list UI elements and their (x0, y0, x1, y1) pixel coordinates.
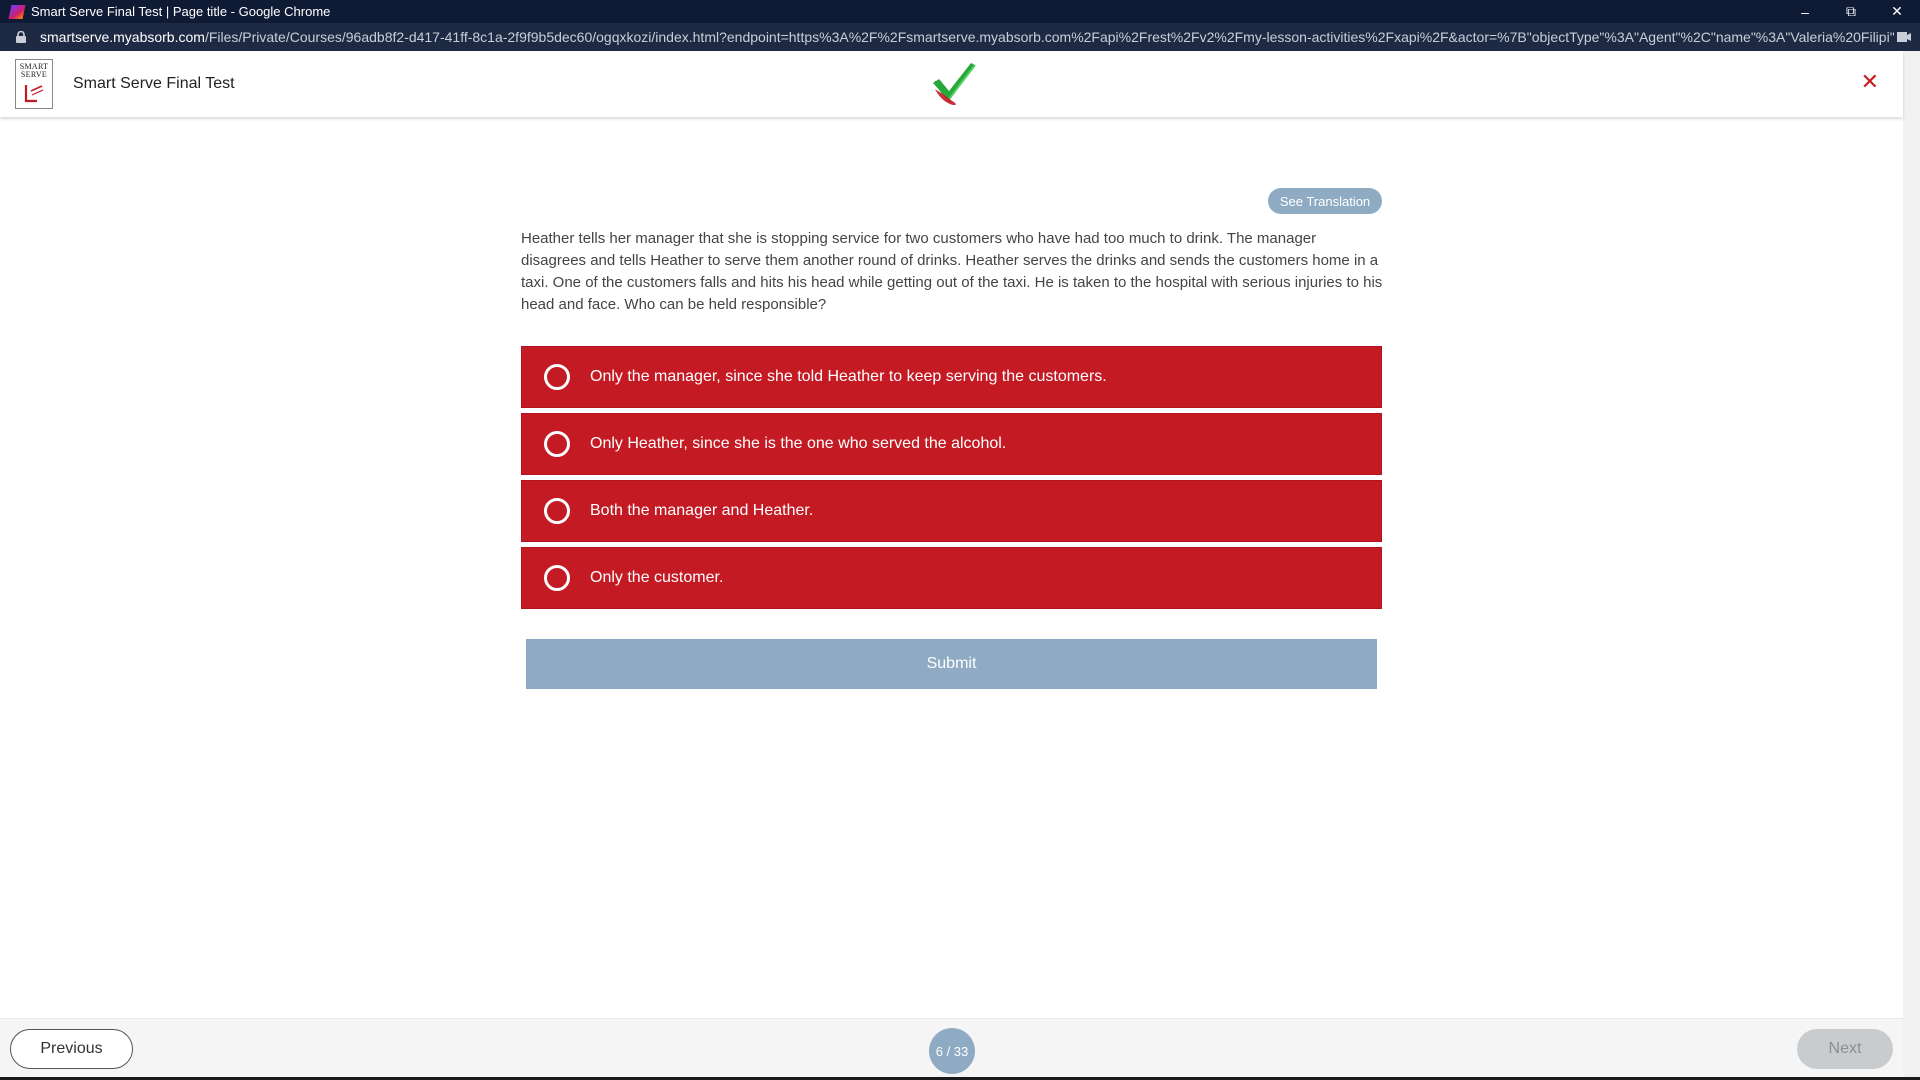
browser-title-bar: Smart Serve Final Test | Page title - Go… (0, 0, 1920, 23)
answer-option[interactable]: Only the customer. (521, 547, 1382, 609)
vertical-scrollbar[interactable] (1903, 51, 1920, 1080)
radio-circle-icon[interactable] (544, 498, 570, 524)
navigation-footer: Previous 6 / 33 Next (0, 1018, 1903, 1077)
url-host: smartserve.myabsorb.com (40, 29, 205, 45)
answer-option[interactable]: Only Heather, since she is the one who s… (521, 413, 1382, 475)
url-path: /Files/Private/Courses/96adb8f2-d417-41f… (204, 29, 1894, 45)
address-bar[interactable]: smartserve.myabsorb.com/Files/Private/Co… (0, 23, 1920, 51)
close-window-icon[interactable]: ✕ (1874, 0, 1920, 23)
radio-circle-icon[interactable] (544, 431, 570, 457)
next-button[interactable]: Next (1797, 1029, 1893, 1069)
answer-option-label: Only the customer. (590, 569, 724, 586)
close-course-button[interactable]: ✕ (1861, 69, 1879, 95)
previous-button[interactable]: Previous (10, 1029, 133, 1069)
smart-serve-logo: SMART SERVE (15, 59, 53, 109)
site-favicon-icon (8, 4, 26, 19)
course-header: SMART SERVE Smart Serve Final Test ✕ (0, 51, 1903, 117)
submit-button[interactable]: Submit (526, 639, 1377, 689)
answer-options: Only the manager, since she told Heather… (521, 346, 1382, 614)
answer-option-label: Only the manager, since she told Heather… (590, 368, 1107, 385)
course-title: Smart Serve Final Test (73, 75, 235, 92)
extension-icon[interactable] (1894, 31, 1914, 43)
restore-icon[interactable]: ⧉ (1828, 0, 1874, 23)
answer-option-label: Only Heather, since she is the one who s… (590, 435, 1007, 452)
checkmark-icon (933, 63, 976, 105)
page-indicator: 6 / 33 (929, 1028, 975, 1074)
minimize-icon[interactable]: – (1782, 0, 1828, 23)
answer-option-label: Both the manager and Heather. (590, 502, 814, 519)
lock-icon[interactable] (12, 31, 30, 43)
radio-circle-icon[interactable] (544, 364, 570, 390)
answer-option[interactable]: Both the manager and Heather. (521, 480, 1382, 542)
logo-mark-icon (24, 85, 44, 103)
question-text: Heather tells her manager that she is st… (521, 230, 1383, 313)
logo-text-line2: SERVE (20, 70, 48, 79)
window-title: Smart Serve Final Test | Page title - Go… (31, 4, 331, 19)
answer-option[interactable]: Only the manager, since she told Heather… (521, 346, 1382, 408)
see-translation-button[interactable]: See Translation (1268, 188, 1382, 214)
radio-circle-icon[interactable] (544, 565, 570, 591)
